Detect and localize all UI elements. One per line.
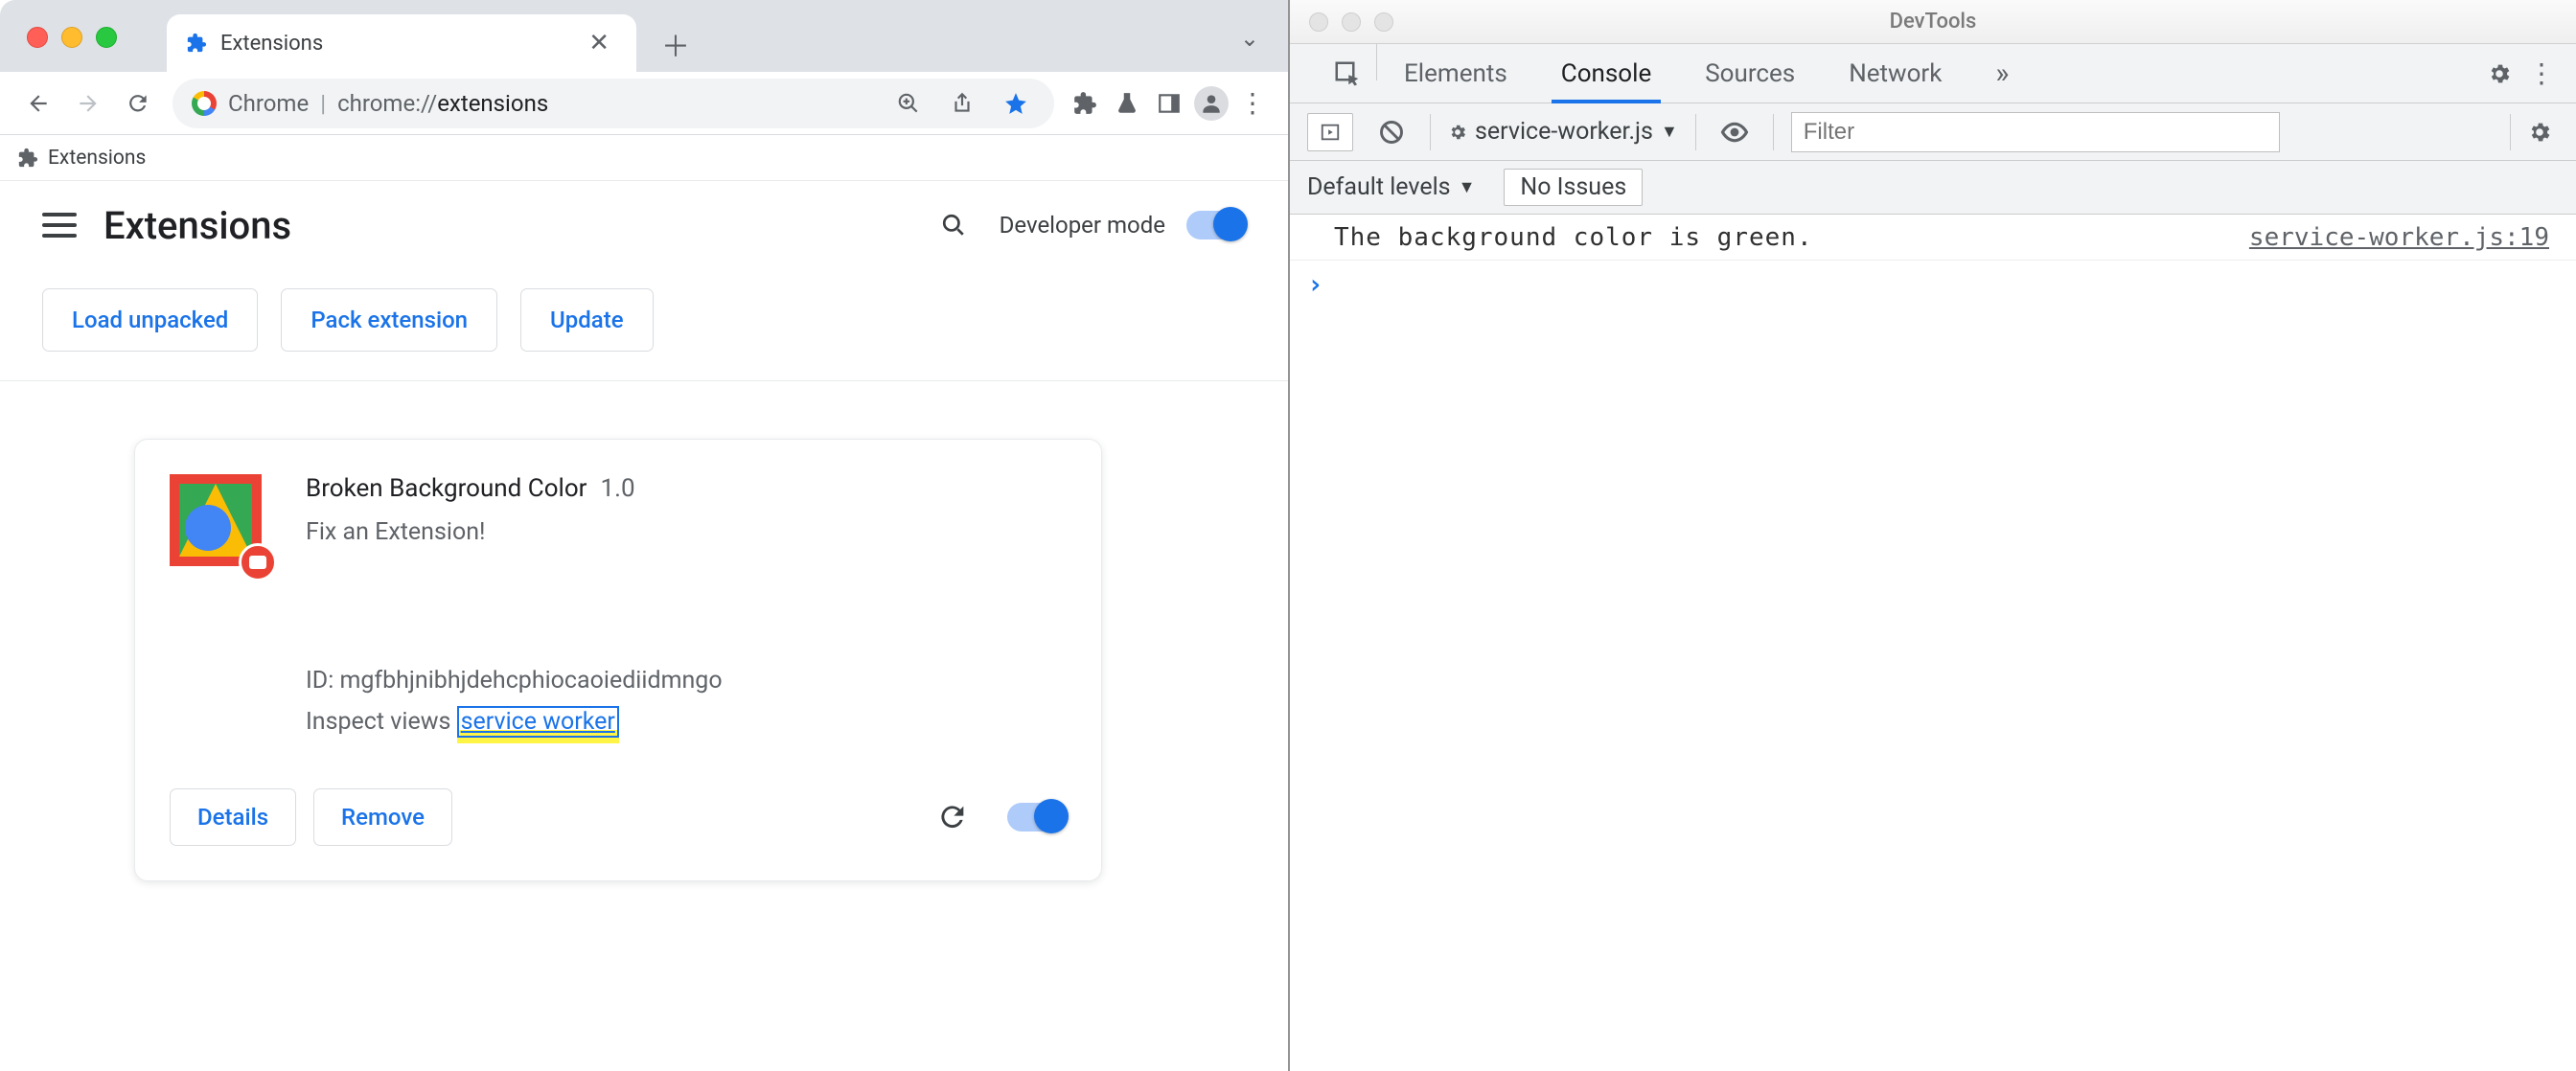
update-button[interactable]: Update — [520, 288, 654, 352]
puzzle-icon — [186, 33, 207, 54]
issues-button[interactable]: No Issues — [1504, 169, 1643, 206]
developer-mode-label: Developer mode — [1000, 212, 1165, 239]
chrome-logo-icon — [192, 91, 217, 116]
unpacked-badge-icon — [239, 543, 277, 581]
bookmark-star-icon[interactable] — [997, 84, 1035, 123]
puzzle-icon — [17, 148, 38, 169]
service-worker-link[interactable]: service worker — [457, 706, 619, 738]
devtools-window: DevTools Elements Console Sources Networ… — [1288, 0, 2576, 1071]
log-levels-selector[interactable]: Default levels ▼ — [1307, 173, 1475, 201]
gear-icon — [1448, 123, 1467, 142]
devtools-titlebar: DevTools — [1290, 0, 2576, 44]
forward-button[interactable] — [65, 80, 111, 126]
profile-avatar[interactable] — [1192, 84, 1230, 123]
console-log-row[interactable]: The background color is green. service-w… — [1290, 215, 2576, 261]
extension-description: Fix an Extension! — [306, 518, 1067, 546]
developer-mode-row: Developer mode — [1000, 211, 1246, 239]
minimize-window-button[interactable] — [61, 27, 82, 48]
devtools-menu-button[interactable]: ⋮ — [2528, 57, 2557, 89]
more-tabs-button[interactable]: » — [1968, 44, 2036, 103]
extension-id: ID: mgfbhjnibhjdehcphiocaoiediidmngo — [306, 661, 1067, 702]
reload-button[interactable] — [115, 80, 161, 126]
browser-tab[interactable]: Extensions ✕ — [167, 14, 636, 72]
extension-actions-row: Load unpacked Pack extension Update — [0, 269, 1288, 381]
share-icon[interactable] — [943, 84, 981, 123]
address-bar[interactable]: Chrome | chrome://extensions — [172, 79, 1054, 128]
console-filter-input[interactable] — [1791, 112, 2280, 152]
devtools-tablist: Elements Console Sources Network » ⋮ — [1290, 44, 2576, 103]
maximize-window-button[interactable] — [1374, 12, 1393, 32]
menu-icon[interactable] — [42, 208, 77, 242]
console-sidebar-toggle[interactable] — [1307, 113, 1353, 151]
tab-strip: Extensions ✕ ＋ ⌄ — [0, 0, 1288, 72]
page-title: Extensions — [104, 203, 908, 248]
tab-console[interactable]: Console — [1534, 44, 1678, 103]
extension-icon — [170, 474, 269, 574]
execution-context-selector[interactable]: service-worker.js ▼ — [1448, 118, 1678, 146]
tab-elements[interactable]: Elements — [1377, 44, 1534, 103]
extension-name: Broken Background Color — [306, 474, 586, 503]
console-settings-icon[interactable] — [2520, 113, 2559, 151]
close-window-button[interactable] — [1309, 12, 1328, 32]
gear-icon[interactable] — [2480, 55, 2518, 93]
inspect-element-icon[interactable] — [1319, 44, 1376, 103]
console-prompt[interactable]: › — [1290, 261, 2576, 307]
inspect-views-row: Inspect views service worker — [306, 702, 1067, 743]
reload-extension-icon[interactable] — [936, 801, 969, 833]
tab-title: Extensions — [220, 32, 567, 56]
devtools-title: DevTools — [1890, 10, 1977, 34]
side-panel-icon[interactable] — [1150, 84, 1188, 123]
console-filter-bar: Default levels ▼ No Issues — [1290, 161, 2576, 215]
console-toolbar: service-worker.js ▼ — [1290, 103, 2576, 161]
back-button[interactable] — [15, 80, 61, 126]
maximize-window-button[interactable] — [96, 27, 117, 48]
console-output: The background color is green. service-w… — [1290, 215, 2576, 1071]
live-expression-icon[interactable] — [1714, 111, 1756, 153]
zoom-icon[interactable] — [889, 84, 928, 123]
clear-console-icon[interactable] — [1370, 111, 1413, 153]
tab-search-button[interactable]: ⌄ — [1240, 25, 1259, 52]
browser-toolbar: Chrome | chrome://extensions — [0, 72, 1288, 135]
devtools-window-controls — [1309, 12, 1393, 32]
extensions-content: Broken Background Color 1.0 Fix an Exten… — [0, 381, 1288, 939]
search-icon[interactable] — [934, 206, 973, 244]
chrome-menu-button[interactable]: ⋮ — [1234, 84, 1273, 123]
details-button[interactable]: Details — [170, 788, 296, 846]
close-window-button[interactable] — [27, 27, 48, 48]
console-log-source-link[interactable]: service-worker.js:19 — [2249, 223, 2549, 252]
close-tab-button[interactable]: ✕ — [581, 25, 617, 61]
bookmark-item[interactable]: Extensions — [48, 147, 146, 170]
extension-card: Broken Background Color 1.0 Fix an Exten… — [134, 439, 1102, 881]
minimize-window-button[interactable] — [1342, 12, 1361, 32]
console-log-message: The background color is green. — [1317, 223, 2249, 252]
chrome-browser-window: Extensions ✕ ＋ ⌄ Chrome | chrome://ext — [0, 0, 1288, 1071]
labs-icon[interactable] — [1108, 84, 1146, 123]
address-text: Chrome | chrome://extensions — [228, 90, 548, 117]
developer-mode-toggle[interactable] — [1186, 211, 1246, 239]
extension-enabled-toggle[interactable] — [1007, 803, 1067, 832]
bookmark-bar: Extensions — [0, 135, 1288, 181]
extensions-icon[interactable] — [1066, 84, 1104, 123]
new-tab-button[interactable]: ＋ — [654, 22, 698, 66]
tab-network[interactable]: Network — [1822, 44, 1968, 103]
window-controls — [27, 27, 117, 48]
tab-sources[interactable]: Sources — [1678, 44, 1822, 103]
remove-button[interactable]: Remove — [313, 788, 452, 846]
extensions-header: Extensions Developer mode — [0, 181, 1288, 269]
extension-version: 1.0 — [600, 474, 634, 503]
load-unpacked-button[interactable]: Load unpacked — [42, 288, 258, 352]
pack-extension-button[interactable]: Pack extension — [281, 288, 497, 352]
